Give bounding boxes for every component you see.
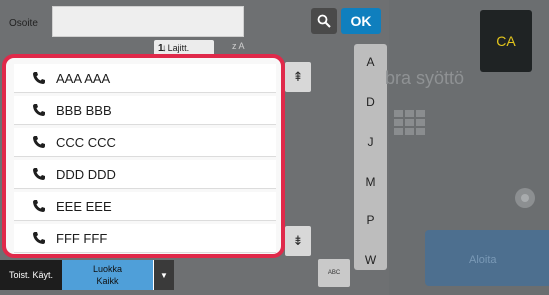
- phone-icon: [33, 104, 45, 116]
- phone-icon: [33, 200, 45, 212]
- abc-button[interactable]: ABC: [318, 259, 350, 287]
- contact-name: EEE EEE: [56, 199, 112, 214]
- contact-row[interactable]: DDD DDD: [14, 160, 276, 189]
- contact-name: BBB BBB: [56, 103, 112, 118]
- dropdown-arrow-icon: ▼: [160, 270, 168, 280]
- address-input[interactable]: [52, 6, 244, 37]
- address-label: Osoite: [9, 18, 38, 29]
- contact-name: FFF FFF: [56, 231, 108, 246]
- phone-icon: [33, 232, 45, 244]
- index-letter-p[interactable]: P: [354, 213, 387, 227]
- contact-row[interactable]: CCC CCC: [14, 128, 276, 157]
- phone-icon: [33, 168, 45, 180]
- sort-az-toggle[interactable]: z A: [232, 41, 245, 51]
- frequent-use-button[interactable]: Toist. Käyt.: [0, 260, 62, 290]
- scroll-up-button[interactable]: ⇞: [285, 62, 311, 92]
- address-book-panel: Osoite OK 1↓ Lajitt. z A A D J M P W ⇞ ⇟…: [0, 0, 389, 295]
- phone-icon: [33, 72, 45, 84]
- contact-name: CCC CCC: [56, 135, 116, 150]
- direct-entry-label: bra syöttö: [385, 68, 465, 88]
- bottom-bar: Toist. Käyt. Luokka Kaikk ▼: [0, 260, 175, 290]
- scroll-up-icon: ⇞: [292, 69, 304, 84]
- contact-row[interactable]: EEE EEE: [14, 192, 276, 221]
- contact-name: DDD DDD: [56, 167, 116, 182]
- ca-button[interactable]: CA: [480, 10, 532, 72]
- contact-list-popup: AAA AAA BBB BBB CCC CCC DDD DDD EEE EEE …: [2, 54, 285, 258]
- index-letter-a[interactable]: A: [354, 55, 387, 69]
- send-settings-panel: CA bra syöttö Aloita: [385, 0, 549, 295]
- index-letter-d[interactable]: D: [354, 95, 387, 109]
- category-label: Luokka: [92, 264, 123, 274]
- keypad-icon: [394, 110, 425, 135]
- circle-icon: [515, 188, 535, 208]
- contact-row[interactable]: BBB BBB: [14, 96, 276, 125]
- sort-label: Lajitt.: [167, 43, 190, 53]
- start-button[interactable]: Aloita: [425, 230, 549, 286]
- contact-row[interactable]: FFF FFF: [14, 224, 276, 253]
- index-bar: A D J M P W: [354, 44, 387, 270]
- scroll-down-icon: ⇟: [292, 233, 304, 248]
- ok-button[interactable]: OK: [341, 8, 381, 34]
- index-letter-w[interactable]: W: [354, 253, 387, 267]
- phone-icon: [33, 136, 45, 148]
- index-letter-m[interactable]: M: [354, 175, 387, 189]
- sort-icon: 1↓: [158, 42, 166, 54]
- scroll-down-button[interactable]: ⇟: [285, 226, 311, 256]
- contact-row[interactable]: AAA AAA: [14, 64, 276, 93]
- index-letter-j[interactable]: J: [354, 135, 387, 149]
- contact-name: AAA AAA: [56, 71, 111, 86]
- category-button[interactable]: Luokka Kaikk: [62, 260, 154, 290]
- search-icon: [317, 14, 331, 28]
- search-button[interactable]: [311, 8, 337, 34]
- category-value: Kaikk: [96, 276, 119, 286]
- category-dropdown-button[interactable]: ▼: [154, 260, 174, 290]
